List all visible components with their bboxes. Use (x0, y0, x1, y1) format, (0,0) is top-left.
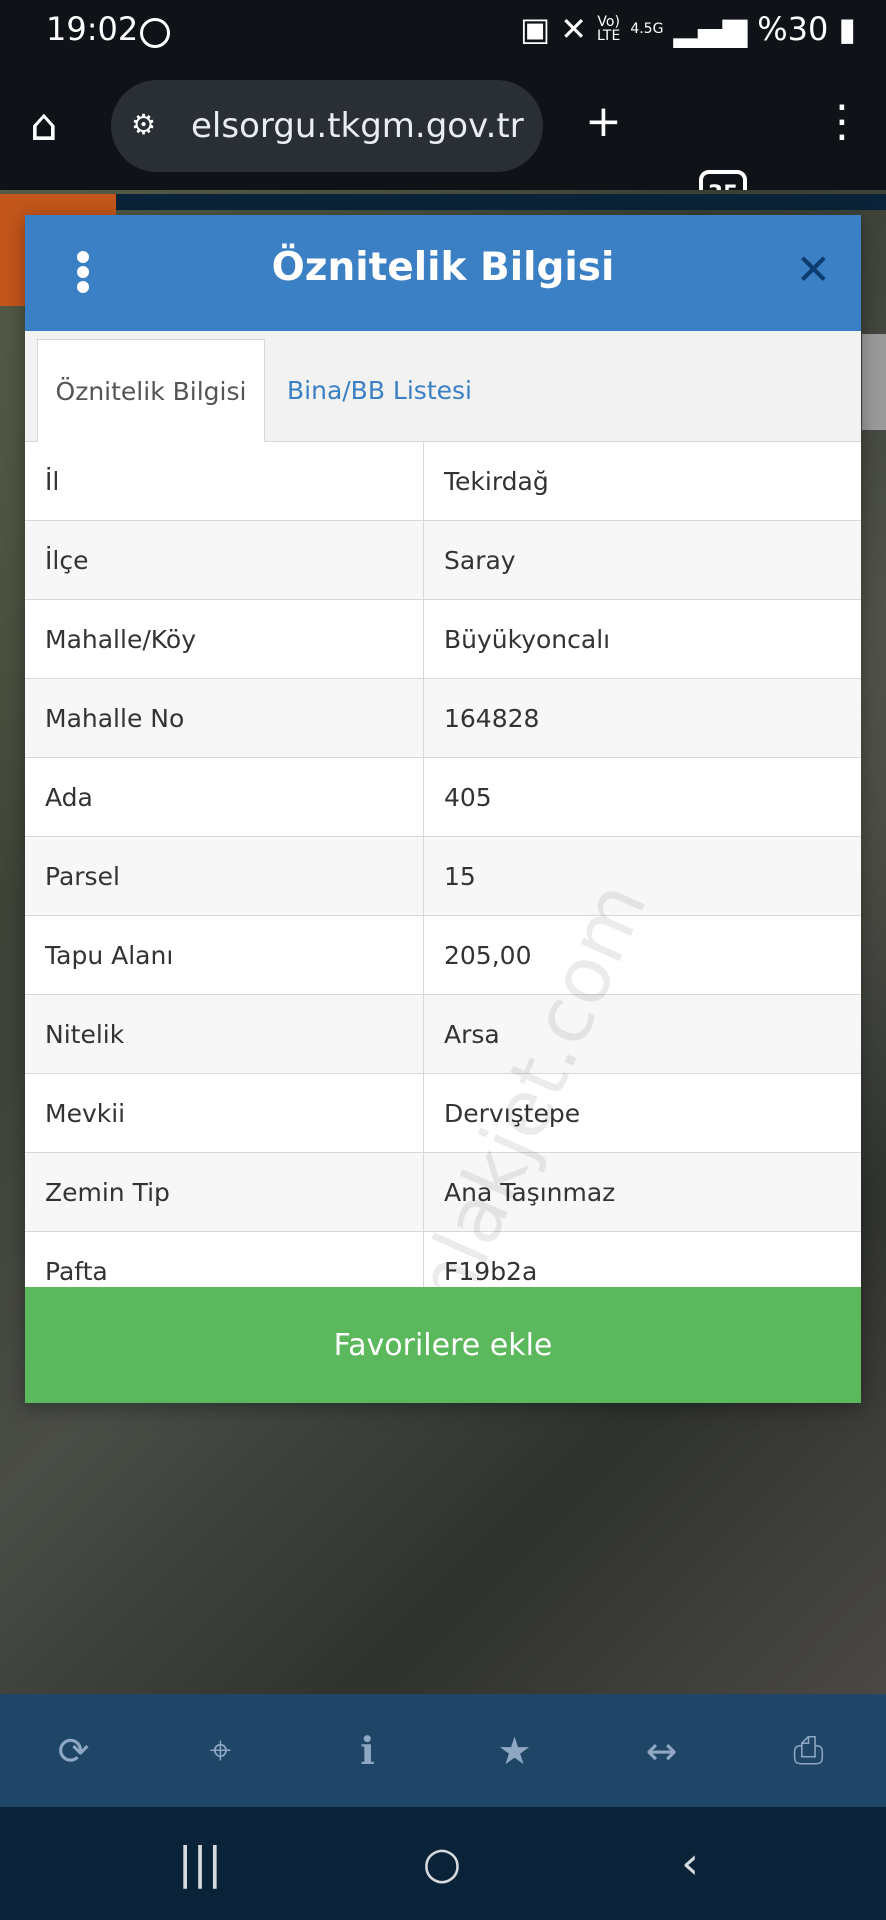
table-row: Parsel 15 (25, 837, 861, 916)
row-value: Ana Taşınmaz (444, 1177, 616, 1207)
table-row: İl Tekirdağ (25, 442, 861, 521)
tab-attribute-info[interactable]: Öznitelik Bilgisi (37, 339, 265, 444)
whatsapp-icon (140, 18, 170, 48)
row-label: İlçe (25, 521, 424, 599)
refresh-icon[interactable]: ⟳ (0, 1694, 147, 1807)
net-type-badge: 4.5G (630, 21, 664, 37)
row-value: 205,00 (444, 940, 532, 970)
table-row: Zemin Tip Ana Taşınmaz (25, 1153, 861, 1232)
url-text: elsorgu.tkgm.gov.tr (191, 106, 524, 146)
battery-icon: ▮ (838, 10, 856, 48)
back-icon[interactable]: ‹ (660, 1807, 720, 1920)
row-label: Zemin Tip (25, 1153, 424, 1231)
close-icon[interactable]: ✕ (796, 245, 831, 294)
row-value: Saray (444, 545, 516, 575)
home-icon[interactable]: ⌂ (30, 100, 58, 151)
row-label: Parsel (25, 837, 424, 915)
recent-apps-icon[interactable]: ||| (170, 1807, 230, 1920)
table-row: Mahalle No 164828 (25, 679, 861, 758)
battery-text: %30 (757, 10, 829, 48)
menu-icon[interactable]: ⋮ (820, 96, 864, 147)
table-row: Ada 405 (25, 758, 861, 837)
table-row: Nitelik Arsa (25, 995, 861, 1074)
row-label: Mevkii (25, 1074, 424, 1152)
status-bar: 19:02 ▣ ✕ Vo) LTE 4.5G ▂▄▆ %30 ▮ (0, 0, 886, 66)
lock-icon: ▣ (519, 10, 551, 48)
signal-icon: ▂▄▆ (673, 10, 748, 48)
site-settings-icon[interactable]: ⚙ (131, 108, 167, 144)
attribute-modal: Öznitelik Bilgisi ✕ Öznitelik Bilgisi Bi… (25, 215, 861, 1403)
row-value: Dervıştepe (444, 1098, 581, 1128)
modal-header: Öznitelik Bilgisi ✕ (25, 215, 861, 331)
table-row: Mevkii Dervıştepe (25, 1074, 861, 1153)
info-icon[interactable]: ℹ (294, 1694, 441, 1807)
row-label: Mahalle No (25, 679, 424, 757)
address-bar[interactable]: ⚙ elsorgu.tkgm.gov.tr (111, 80, 543, 172)
star-icon[interactable]: ★ (441, 1694, 588, 1807)
row-value: 164828 (444, 703, 540, 733)
row-label: Ada (25, 758, 424, 836)
row-label: Mahalle/Köy (25, 600, 424, 678)
table-row: Mahalle/Köy Büyükyoncalı (25, 600, 861, 679)
map-toolbar: ⟳ ⌖ ℹ ★ ↔ ⎙ (0, 1694, 886, 1807)
print-icon[interactable]: ⎙ (735, 1694, 882, 1807)
row-value: Büyükyoncalı (444, 624, 611, 654)
status-icons: ▣ ✕ Vo) LTE 4.5G ▂▄▆ %30 ▮ (520, 10, 856, 48)
browser-toolbar: ⌂ ⚙ elsorgu.tkgm.gov.tr + 35 ⋮ (0, 66, 886, 218)
map-header-dark (116, 194, 886, 210)
network-label: Vo) LTE (597, 14, 621, 44)
mute-icon: ✕ (560, 10, 588, 48)
row-value: Tekirdağ (444, 466, 549, 496)
system-nav-bar: ||| ○ ‹ (0, 1807, 886, 1920)
row-label: Nitelik (25, 995, 424, 1073)
row-value: 405 (444, 782, 492, 812)
row-label: İl (25, 442, 424, 520)
home-circle-icon[interactable]: ○ (410, 1807, 474, 1920)
add-favorites-button[interactable]: Favorilere ekle (25, 1287, 861, 1403)
tab-building-list[interactable]: Bina/BB Listesi (287, 339, 472, 442)
modal-title: Öznitelik Bilgisi (271, 245, 615, 290)
locate-icon[interactable]: ⌖ (147, 1694, 294, 1807)
attribute-table: İl Tekirdağ İlçe Saray Mahalle/Köy Büyük… (25, 442, 861, 1311)
new-tab-icon[interactable]: + (585, 96, 622, 147)
row-value: Arsa (444, 1019, 500, 1049)
table-row: İlçe Saray (25, 521, 861, 600)
row-label: Tapu Alanı (25, 916, 424, 994)
row-value: 15 (444, 861, 476, 891)
table-row: Tapu Alanı 205,00 (25, 916, 861, 995)
map-side-handle[interactable] (862, 334, 886, 430)
status-time: 19:02 (46, 10, 139, 48)
measure-icon[interactable]: ↔ (588, 1694, 735, 1807)
